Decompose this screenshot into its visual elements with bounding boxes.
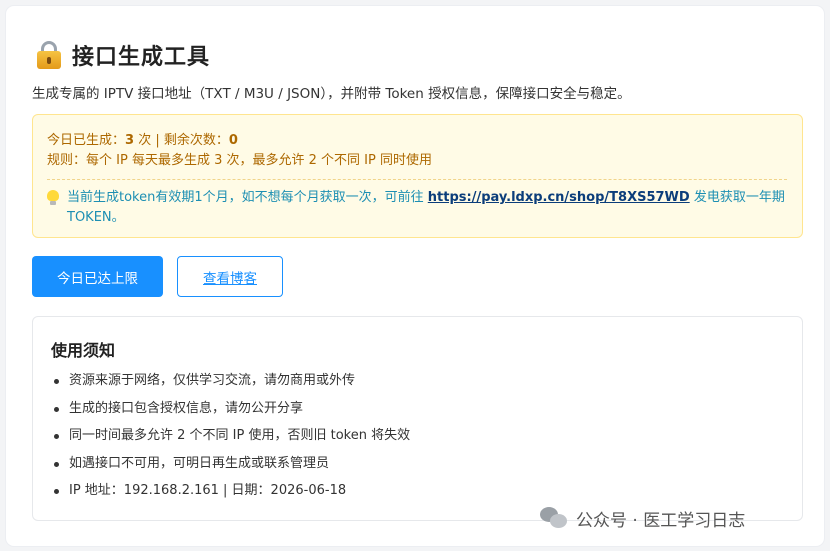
quota-notice: 今日已生成：3 次 | 剩余次数：0 规则：每个 IP 每天最多生成 3 次，最…: [32, 114, 803, 238]
usage-list: 资源来源于网络，仅供学习交流，请勿商用或外传 生成的接口包含授权信息，请勿公开分…: [51, 371, 784, 509]
lock-icon: [36, 40, 62, 70]
rule-text: 规则：每个 IP 每天最多生成 3 次，最多允许 2 个不同 IP 同时使用: [47, 153, 432, 168]
usage-notes: 使用须知 资源来源于网络，仅供学习交流，请勿商用或外传 生成的接口包含授权信息，…: [32, 316, 803, 521]
wechat-icon: [540, 507, 568, 529]
limit-reached-button[interactable]: 今日已达上限: [32, 256, 163, 297]
page-title: 接口生成工具: [72, 45, 211, 70]
bulb-icon: [47, 190, 59, 206]
list-item: 如遇接口不可用，可明日再生成或联系管理员: [51, 454, 784, 482]
token-tip: 当前生成token有效期1个月，如不想每个月获取一次，可前往 https://p…: [47, 188, 788, 228]
quota-line: 今日已生成：3 次 | 剩余次数：0: [47, 131, 788, 151]
count-unit: 次 | 剩余次数：: [134, 133, 229, 148]
list-item: 生成的接口包含授权信息，请勿公开分享: [51, 399, 784, 427]
remaining-count: 0: [228, 133, 238, 148]
watermark-text: 公众号 · 医工学习日志: [576, 510, 746, 531]
generated-label: 今日已生成：: [47, 133, 126, 148]
list-item: 同一时间最多允许 2 个不同 IP 使用，否则旧 token 将失效: [51, 426, 784, 454]
header: 接口生成工具: [36, 38, 210, 72]
notice-divider: [47, 179, 787, 180]
usage-title: 使用须知: [51, 341, 116, 360]
generated-count: 3: [125, 133, 135, 148]
page-subtitle: 生成专属的 IPTV 接口地址（TXT / M3U / JSON），并附带 To…: [32, 86, 631, 102]
tip-text: 当前生成token有效期1个月，如不想每个月获取一次，可前往 https://p…: [67, 188, 788, 228]
shop-link[interactable]: https://pay.ldxp.cn/shop/T8XS57WD: [428, 190, 690, 205]
tip-text-before: 当前生成token有效期1个月，如不想每个月获取一次，可前往: [67, 190, 428, 205]
view-blog-button[interactable]: 查看博客: [177, 256, 283, 297]
watermark: 公众号 · 医工学习日志: [540, 503, 745, 533]
list-item: 资源来源于网络，仅供学习交流，请勿商用或外传: [51, 371, 784, 399]
